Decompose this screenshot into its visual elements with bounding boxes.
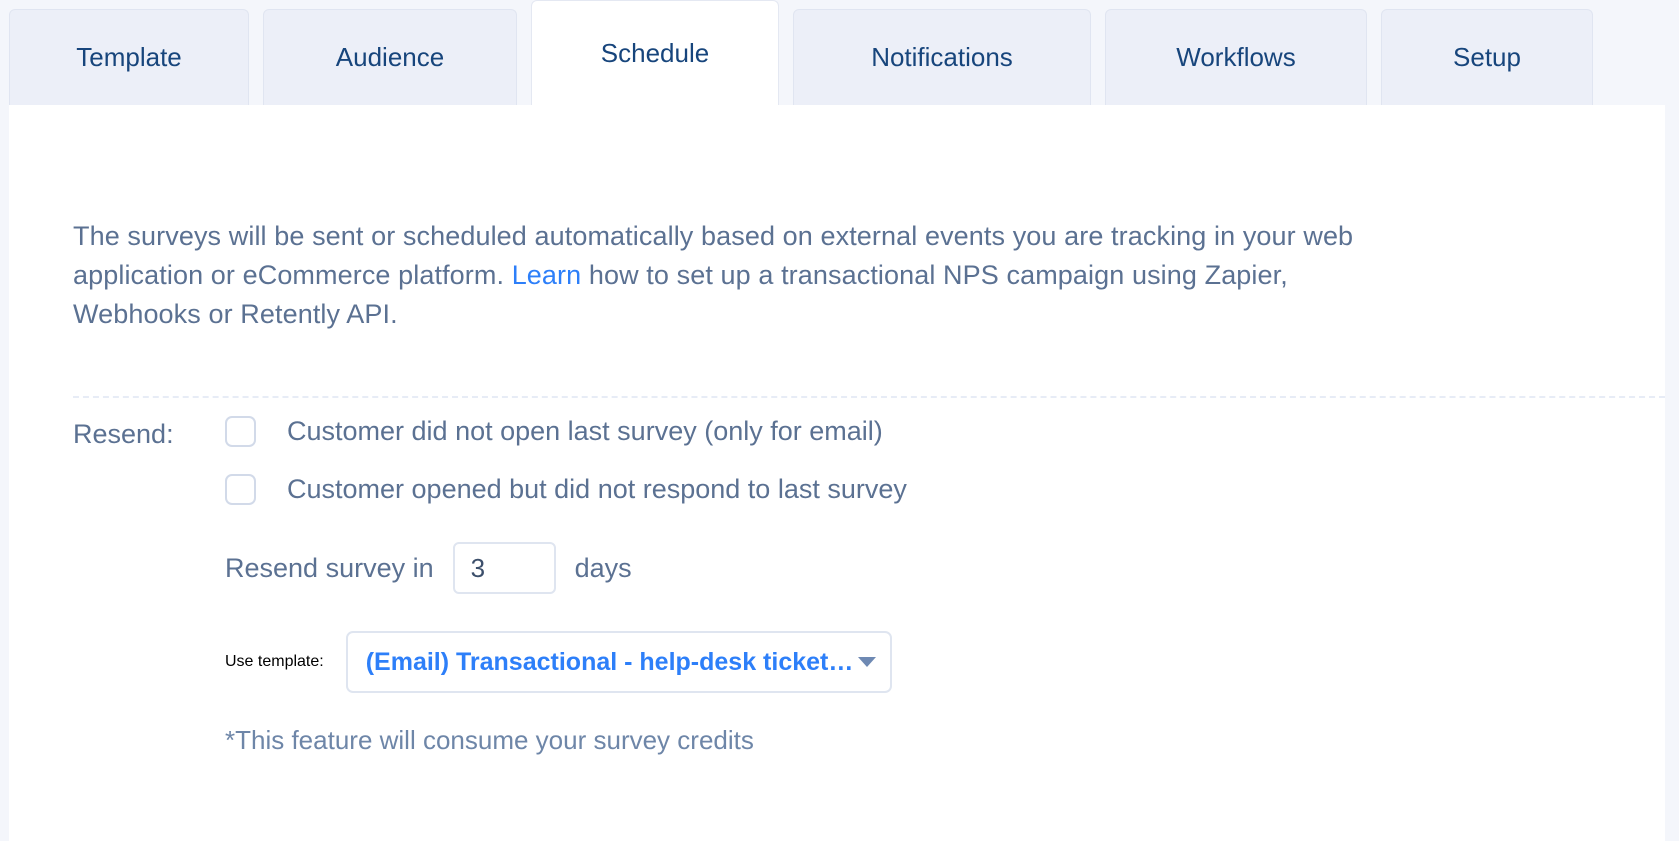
- resend-interval-prefix-label: Resend survey in: [225, 552, 434, 583]
- resend-interval-days-input[interactable]: [452, 542, 556, 594]
- resend-template-selected-value: (Email) Transactional - help-desk ticket…: [365, 647, 856, 676]
- tab-audience-label: Audience: [335, 42, 445, 72]
- campaign-tab-bar: Template Audience Schedule Notifications…: [0, 0, 1679, 105]
- resend-option-no-response-row[interactable]: Customer opened but did not respond to l…: [225, 461, 907, 517]
- resend-option-no-response-label[interactable]: Customer opened but did not respond to l…: [287, 474, 907, 505]
- resend-interval-row: Resend survey in days: [225, 533, 907, 603]
- resend-option-not-opened-checkbox[interactable]: [225, 415, 256, 447]
- section-divider: [73, 396, 1665, 398]
- tab-template[interactable]: Template: [9, 9, 249, 105]
- schedule-panel: The surveys will be sent or scheduled au…: [9, 105, 1665, 841]
- tab-notifications[interactable]: Notifications: [793, 9, 1091, 105]
- resend-template-row: Use template: (Email) Transactional - he…: [225, 627, 907, 697]
- tab-audience[interactable]: Audience: [263, 9, 517, 105]
- resend-section-label: Resend:: [73, 419, 174, 449]
- chevron-down-icon: [857, 657, 876, 667]
- tab-schedule-label: Schedule: [600, 37, 710, 68]
- tab-setup-label: Setup: [1453, 42, 1521, 72]
- resend-option-not-opened-label[interactable]: Customer did not open last survey (only …: [287, 416, 883, 447]
- tab-workflows[interactable]: Workflows: [1105, 9, 1367, 105]
- schedule-description: The surveys will be sent or scheduled au…: [73, 217, 1413, 334]
- tab-notifications-label: Notifications: [871, 42, 1013, 72]
- learn-link[interactable]: Learn: [512, 260, 582, 290]
- tab-schedule[interactable]: Schedule: [531, 0, 779, 105]
- resend-option-not-opened-row[interactable]: Customer did not open last survey (only …: [225, 403, 907, 459]
- resend-interval-suffix-label: days: [574, 552, 632, 583]
- resend-options-group: Customer did not open last survey (only …: [225, 403, 907, 756]
- tab-workflows-label: Workflows: [1176, 42, 1296, 72]
- tab-setup[interactable]: Setup: [1381, 9, 1593, 105]
- resend-template-select[interactable]: (Email) Transactional - help-desk ticket…: [345, 631, 892, 693]
- tab-template-label: Template: [76, 42, 182, 72]
- resend-credits-footnote: *This feature will consume your survey c…: [225, 725, 754, 755]
- resend-template-label: Use template:: [225, 653, 324, 670]
- resend-option-no-response-checkbox[interactable]: [225, 473, 256, 505]
